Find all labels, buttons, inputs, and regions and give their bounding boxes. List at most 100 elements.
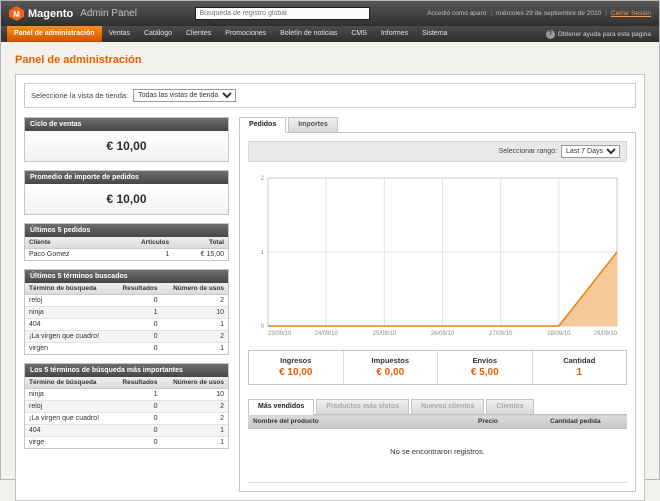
page-title: Panel de administración [15, 54, 645, 66]
nav-item-cms[interactable]: CMS [344, 26, 374, 42]
stat-value: € 10,00 [251, 367, 341, 378]
svg-text:1: 1 [261, 250, 265, 256]
empty-message: No se encontraron registros. [248, 429, 627, 483]
table-row: virge01 [25, 437, 228, 449]
table-row: reloj02 [25, 295, 228, 307]
logged-in-as: Accedió como aparo [427, 10, 486, 17]
table-row: ¡La virgen que cuadro!02 [25, 331, 228, 343]
stat-ingresos: Ingresos € 10,00 [249, 351, 343, 384]
stat-value: € 5,00 [440, 367, 530, 378]
svg-text:29/09/10: 29/09/10 [594, 331, 618, 337]
col-header: Artículos [110, 237, 173, 249]
average-orders-widget: Promedio de importe de pedidos € 10,00 [24, 170, 229, 215]
global-search-input[interactable] [195, 7, 370, 20]
col-header: Término de búsqueda [25, 377, 113, 389]
stat-impuestos: Impuestos € 0,00 [343, 351, 438, 384]
svg-text:23/09/10: 23/09/10 [268, 331, 292, 337]
table-row: ¡La virgen que cuadro!02 [25, 413, 228, 425]
nav-item-informes[interactable]: Informes [374, 26, 415, 42]
svg-text:25/09/10: 25/09/10 [373, 331, 397, 337]
top-search-table: Término de búsqueda Resultados Número de… [25, 377, 228, 448]
logo-text: Magento [28, 8, 73, 20]
dashboard-right-column: Pedidos Importes Seleccionar rango: Last… [239, 117, 636, 492]
stat-value: 1 [535, 367, 625, 378]
range-select[interactable]: Last 7 Days [561, 145, 620, 158]
store-view-select[interactable]: Todas las vistas de tienda [133, 89, 236, 102]
content-area: Panel de administración Seleccione la vi… [1, 42, 659, 501]
store-view-label: Seleccione la vista de tienda: [31, 91, 128, 100]
tab-nuevos-clientes[interactable]: Nuevos clientes [411, 399, 484, 415]
col-header: Resultados [113, 377, 162, 389]
grid-tabs: Más vendidos Productos más vistos Nuevos… [248, 399, 627, 415]
stat-label: Cantidad [535, 356, 625, 365]
dashboard-left-column: Ciclo de ventas € 10,00 Promedio de impo… [24, 117, 229, 457]
range-label: Seleccionar rango: [499, 148, 557, 155]
tab-pedidos[interactable]: Pedidos [239, 117, 286, 133]
magento-logo: M Magento Admin Panel [9, 6, 137, 21]
separator: | [490, 10, 492, 17]
col-header: Número de usos [162, 377, 228, 389]
col-header: Resultados [113, 283, 162, 295]
stat-envios: Envíos € 5,00 [437, 351, 532, 384]
col-price: Precio [473, 415, 545, 429]
average-orders-value: € 10,00 [25, 184, 228, 214]
help-icon: ? [546, 30, 555, 39]
nav-item-catalogo[interactable]: Catálogo [137, 26, 179, 42]
range-selector-bar: Seleccionar rango: Last 7 Days [248, 141, 627, 162]
top-search-widget: Los 5 términos de búsqueda más important… [24, 363, 229, 449]
last-orders-widget: Últimos 5 pedidos Cliente Artículos Tota… [24, 223, 229, 261]
header-user-info: Accedió como aparo | miércoles 29 de sep… [427, 10, 651, 17]
stat-value: € 0,00 [346, 367, 436, 378]
col-product-name: Nombre del producto [248, 415, 473, 429]
stat-cantidad: Cantidad 1 [532, 351, 627, 384]
store-view-switcher: Seleccione la vista de tienda: Todas las… [24, 83, 636, 108]
col-header: Cliente [25, 237, 110, 249]
widget-title: Últimos 5 términos buscados [25, 270, 228, 283]
nav-item-sistema[interactable]: Sistema [415, 26, 454, 42]
widget-title: Últimos 5 pedidos [25, 224, 228, 237]
bestsellers-table: Nombre del producto Precio Cantidad pedi… [248, 414, 627, 483]
logout-link[interactable]: Cerrar Sesión [611, 10, 651, 17]
nav-item-ventas[interactable]: Ventas [102, 26, 137, 42]
magento-logo-icon: M [9, 6, 24, 21]
svg-text:M: M [13, 10, 20, 19]
nav-item-clientes[interactable]: Clientes [179, 26, 218, 42]
col-header: Término de búsqueda [25, 283, 113, 295]
stat-label: Envíos [440, 356, 530, 365]
table-row: Paco Gomez1€ 15,00 [25, 249, 228, 261]
table-row: ninja110 [25, 389, 228, 401]
separator: | [605, 10, 607, 17]
widget-title: Promedio de importe de pedidos [25, 171, 228, 184]
svg-text:27/09/10: 27/09/10 [489, 331, 513, 337]
page-help-link[interactable]: ? Obtener ayuda para esta página [546, 26, 659, 42]
table-row: virgen01 [25, 343, 228, 355]
totals-bar: Ingresos € 10,00 Impuestos € 0,00 Envíos… [248, 350, 627, 385]
widget-title: Ciclo de ventas [25, 118, 228, 131]
last-search-table: Término de búsqueda Resultados Número de… [25, 283, 228, 354]
table-row: ninja110 [25, 307, 228, 319]
nav-item-promociones[interactable]: Promociones [218, 26, 273, 42]
tab-importes[interactable]: Importes [288, 117, 338, 133]
col-header: Número de usos [162, 283, 228, 295]
nav-item-boletin[interactable]: Boletín de noticias [273, 26, 344, 42]
top-header: M Magento Admin Panel Accedió como aparo… [1, 1, 659, 26]
nav-item-dashboard[interactable]: Panel de administración [7, 26, 102, 42]
global-search [145, 7, 419, 20]
tab-mas-vendidos[interactable]: Más vendidos [248, 399, 314, 415]
widget-title: Los 5 términos de búsqueda más important… [25, 364, 228, 377]
svg-text:0: 0 [261, 324, 265, 330]
col-qty: Cantidad pedida [545, 415, 627, 429]
svg-text:2: 2 [261, 176, 265, 182]
orders-panel: Seleccionar rango: Last 7 Days 0 1 2 23/09/… [239, 132, 636, 492]
svg-text:26/09/10: 26/09/10 [431, 331, 455, 337]
main-nav: Panel de administración Ventas Catálogo … [1, 26, 659, 42]
table-row: 40401 [25, 319, 228, 331]
lifetime-sales-value: € 10,00 [25, 131, 228, 161]
orders-chart: 01223/09/1024/09/1025/09/1026/09/1027/09… [250, 170, 625, 342]
tab-productos-mas-vistos[interactable]: Productos más vistos [316, 399, 409, 415]
table-row: 40401 [25, 425, 228, 437]
chart-tabs: Pedidos Importes [239, 117, 636, 133]
lifetime-sales-widget: Ciclo de ventas € 10,00 [24, 117, 229, 162]
last-search-widget: Últimos 5 términos buscados Término de b… [24, 269, 229, 355]
tab-clientes[interactable]: Clientes [486, 399, 533, 415]
